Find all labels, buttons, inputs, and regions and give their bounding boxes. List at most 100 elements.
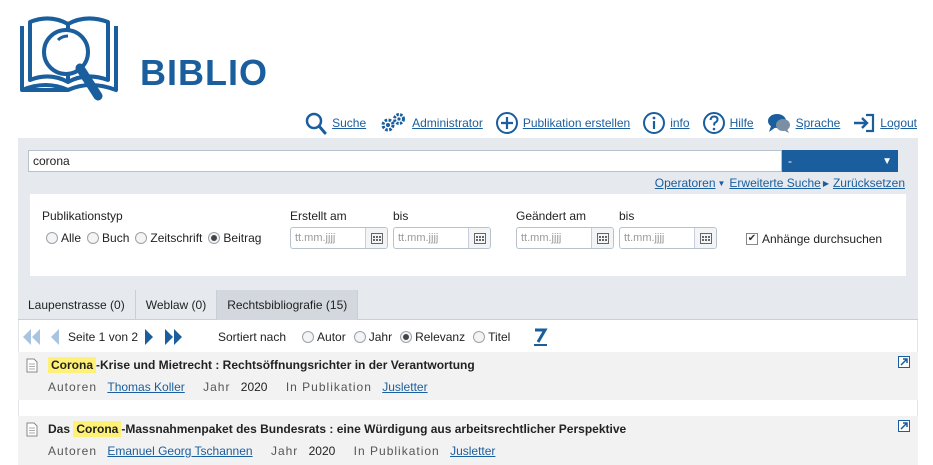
tab-laupenstrasse[interactable]: Laupenstrasse (0) [18, 290, 136, 320]
info-icon [643, 112, 666, 134]
calendar-icon[interactable] [591, 228, 613, 248]
calendar-icon[interactable] [365, 228, 387, 248]
date-placeholder: tt.mm.jjjj [398, 232, 439, 244]
date-placeholder: tt.mm.jjjj [521, 232, 562, 244]
title-rest: -Krise und Mietrecht : Rechtsöffnungsric… [96, 358, 475, 372]
brand-title: BIBLIO [140, 52, 268, 93]
gears-icon [381, 113, 406, 132]
created-label: Erstellt am [290, 209, 347, 223]
first-page-button[interactable] [22, 328, 42, 346]
page-indicator: Seite 1 von 2 [68, 330, 139, 344]
pubtype-option-zeitschrift[interactable]: Zeitschrift [135, 231, 202, 245]
sort-option-jahr[interactable]: Jahr [353, 330, 392, 344]
pager: Seite 1 von 2 [22, 326, 184, 348]
sort-option-relevanz[interactable]: Relevanz [400, 330, 465, 344]
double-arrow-left-icon [23, 329, 40, 345]
tab-rechtsbibliografie[interactable]: Rechtsbibliografie (15) [217, 290, 359, 320]
nav-search[interactable]: Suche [304, 111, 366, 135]
pubtype-label: Publikationstyp [42, 209, 123, 223]
source-tabs: Laupenstrasse (0) Weblaw (0) Rechtsbibli… [18, 290, 918, 320]
author-link[interactable]: Thomas Koller [107, 380, 184, 394]
nav-administrator[interactable]: Administrator [378, 112, 483, 134]
changed-from-date[interactable]: tt.mm.jjjj [516, 227, 614, 249]
pubtype-option-alle[interactable]: Alle [46, 231, 81, 245]
search-scope-select[interactable]: - ▼ [782, 150, 898, 172]
authors-label: Autoren [48, 380, 98, 394]
nav-create-publication-label: Publikation erstellen [522, 116, 631, 130]
sort-option-label: Autor [317, 330, 346, 344]
advanced-search-link[interactable]: Erweiterte Suche [729, 176, 820, 190]
document-icon [26, 358, 38, 373]
pubtype-option-buch[interactable]: Buch [87, 231, 129, 245]
nav-language-label: Sprache [795, 116, 841, 130]
nav-administrator-label: Administrator [412, 116, 483, 130]
publication-link[interactable]: Jusletter [450, 444, 495, 458]
next-page-button[interactable] [144, 328, 154, 346]
result-item[interactable]: Das Corona -Massnahmenpaket des Bundesrat… [18, 416, 918, 465]
caret-right-icon: ▶ [822, 178, 829, 188]
search-highlight: Corona [73, 421, 122, 437]
changed-label: Geändert am [516, 209, 587, 223]
year-value: 2020 [308, 444, 336, 458]
search-highlight: Corona [48, 357, 96, 373]
pubtype-option-label: Zeitschrift [150, 231, 203, 245]
nav-logout-label: Logout [880, 116, 917, 130]
nav-info-label: info [670, 116, 690, 130]
calendar-icon[interactable] [694, 228, 716, 248]
title-prefix: Das [48, 422, 71, 436]
sort-direction-button[interactable] [532, 327, 550, 347]
arrow-right-icon [145, 329, 154, 345]
sort-option-titel[interactable]: Titel [473, 330, 510, 344]
result-title[interactable]: Das Corona -Massnahmenpaket des Bundesrat… [48, 421, 626, 437]
help-icon [702, 112, 725, 134]
nav-info[interactable]: info [642, 111, 690, 135]
nav-logout[interactable]: Logout [852, 112, 917, 134]
biblio-logo [20, 16, 118, 101]
result-item[interactable]: Corona -Krise und Mietrecht : Rechtsöffnu… [18, 352, 918, 400]
external-link-icon[interactable] [898, 420, 910, 432]
pubtype-option-beitrag[interactable]: Beitrag [208, 231, 261, 245]
nav-create-publication[interactable]: Publikation erstellen [495, 111, 630, 135]
created-to-date[interactable]: tt.mm.jjjj [393, 227, 491, 249]
attachments-checkbox-row[interactable]: ✔ Anhänge durchsuchen [746, 232, 882, 246]
nav-help[interactable]: Hilfe [702, 111, 754, 135]
pubtype-radio-group: Alle Buch Zeitschrift Beitrag [46, 231, 267, 245]
publication-label: In Publikation [285, 380, 372, 394]
search-input[interactable] [28, 150, 782, 172]
plus-circle-icon [495, 112, 518, 134]
nav-help-label: Hilfe [729, 116, 754, 130]
sort-option-label: Titel [488, 330, 511, 344]
double-arrow-right-icon [165, 329, 183, 345]
year-value: 2020 [240, 380, 268, 394]
logout-icon [854, 113, 875, 133]
prev-page-button[interactable] [50, 328, 60, 346]
reset-link[interactable]: Zurücksetzen [833, 176, 905, 190]
calendar-icon[interactable] [468, 228, 490, 248]
publication-link[interactable]: Jusletter [382, 380, 427, 394]
arrow-left-icon [51, 329, 59, 345]
nav-language[interactable]: Sprache [766, 111, 841, 135]
last-page-button[interactable] [164, 328, 184, 346]
author-link[interactable]: Emanuel Georg Tschannen [107, 444, 252, 458]
radio-icon [473, 331, 486, 343]
sort-option-autor[interactable]: Autor [302, 330, 346, 344]
document-icon [26, 422, 38, 437]
result-title[interactable]: Corona -Krise und Mietrecht : Rechtsöffnu… [48, 357, 475, 373]
tab-weblaw[interactable]: Weblaw (0) [136, 290, 218, 320]
attachments-label: Anhänge durchsuchen [762, 232, 883, 246]
operators-link[interactable]: Operatoren [655, 176, 716, 190]
changed-to-date[interactable]: tt.mm.jjjj [619, 227, 717, 249]
top-navigation: Suche Administrator Publikation erstelle… [292, 110, 917, 136]
external-link-icon[interactable] [898, 356, 910, 368]
sort-direction-icon [534, 328, 548, 346]
result-meta: Autoren Emanuel Georg Tschannen Jahr 202… [48, 444, 495, 458]
year-label: Jahr [270, 444, 299, 458]
changed-bis-label: bis [619, 209, 635, 223]
date-placeholder: tt.mm.jjjj [624, 232, 665, 244]
radio-icon [135, 232, 148, 244]
checkbox-checked-icon[interactable]: ✔ [746, 233, 758, 245]
publication-label: In Publikation [353, 444, 440, 458]
created-from-date[interactable]: tt.mm.jjjj [290, 227, 388, 249]
radio-icon [87, 232, 100, 244]
sort-row: Sortiert nach Autor Jahr Relevanz Titel [218, 326, 550, 348]
